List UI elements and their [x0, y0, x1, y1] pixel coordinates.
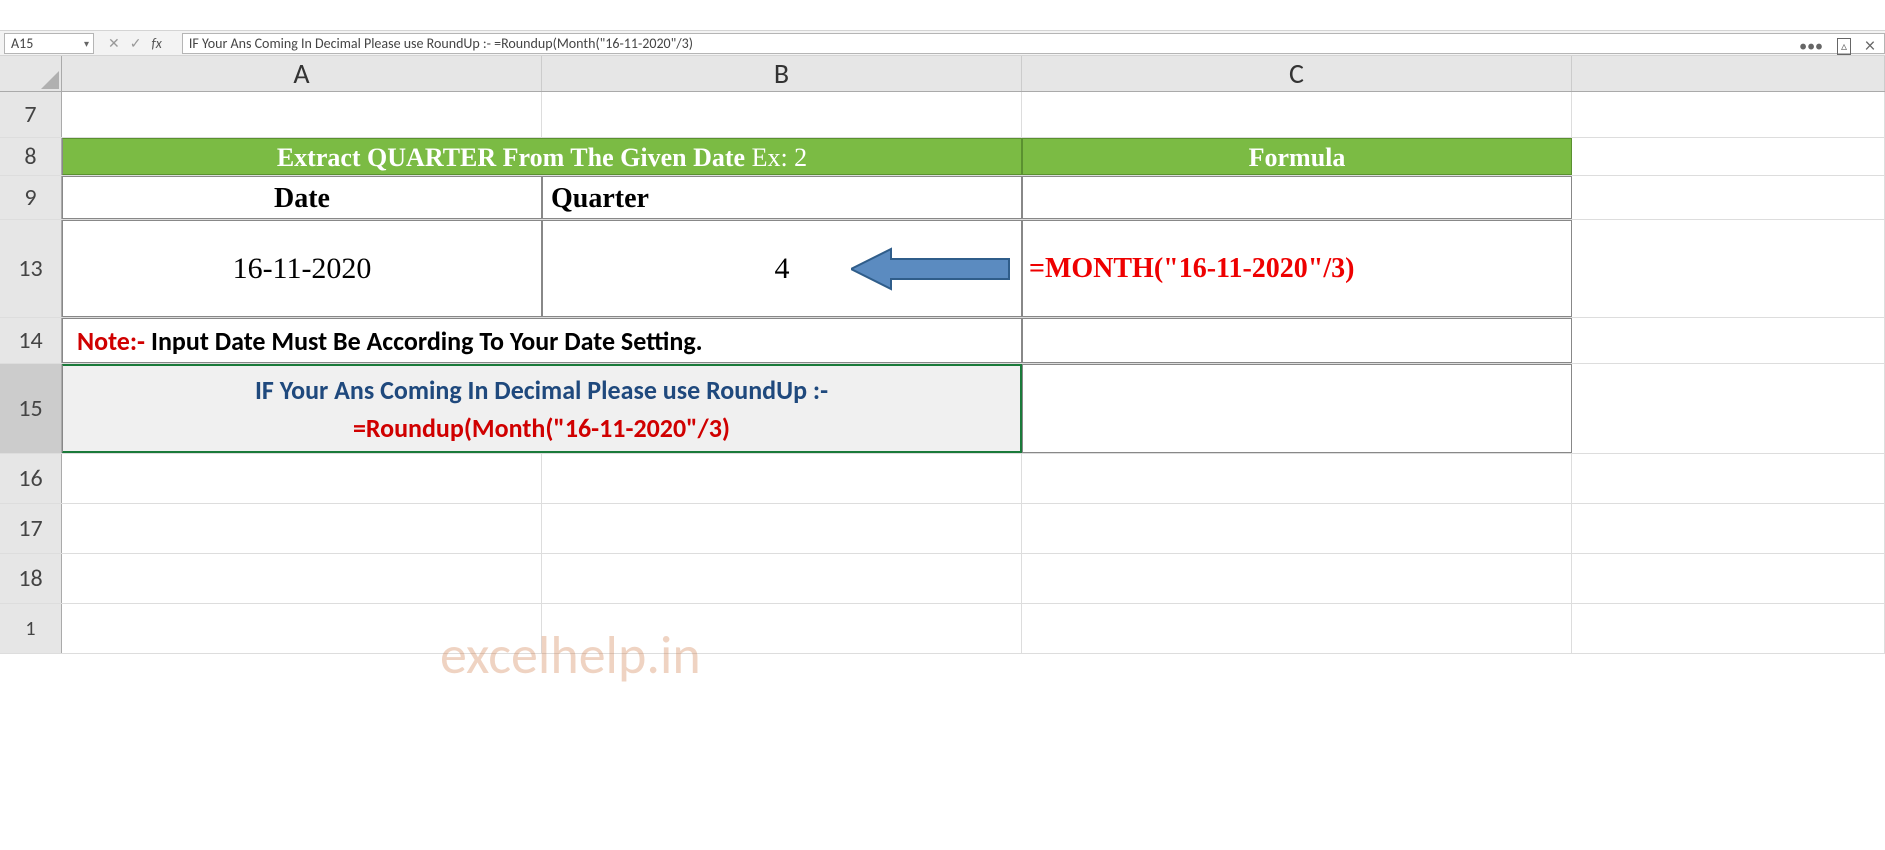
cell-C16[interactable] [1022, 454, 1572, 503]
cell-C9[interactable] [1022, 176, 1572, 219]
date-header-cell[interactable]: Date [62, 176, 542, 219]
cell-D13[interactable] [1572, 220, 1885, 317]
cell-D15[interactable] [1572, 364, 1885, 453]
cell-D8[interactable] [1572, 138, 1885, 175]
worksheet: A B C 7 8 Extract QUARTER From The Given… [0, 56, 1885, 654]
cell-A19[interactable] [62, 604, 542, 653]
quarter-value-cell[interactable]: 4 [542, 220, 1022, 317]
name-box-value: A15 [11, 35, 33, 52]
cell-C18[interactable] [1022, 554, 1572, 603]
row-19: 1 [0, 604, 1885, 654]
more-icon[interactable]: ••• [1799, 37, 1823, 56]
row-17: 17 [0, 504, 1885, 554]
row-9: 9 Date Quarter [0, 176, 1885, 220]
row-18: 18 [0, 554, 1885, 604]
quarter-header-cell[interactable]: Quarter [542, 176, 1022, 219]
formula-header-cell[interactable]: Formula [1022, 138, 1572, 175]
cell-D9[interactable] [1572, 176, 1885, 219]
formula-value-cell[interactable]: =MONTH("16-11-2020"/3) [1022, 220, 1572, 317]
cell-B18[interactable] [542, 554, 1022, 603]
row-16: 16 [0, 454, 1885, 504]
cell-D16[interactable] [1572, 454, 1885, 503]
title-ex: Ex: 2 [752, 143, 808, 172]
row-14: 14 Note:- Input Date Must Be According T… [0, 318, 1885, 364]
cell-B7[interactable] [542, 92, 1022, 137]
cell-C7[interactable] [1022, 92, 1572, 137]
cell-C15[interactable] [1022, 364, 1572, 453]
cell-B16[interactable] [542, 454, 1022, 503]
select-all-corner[interactable] [0, 56, 62, 91]
cell-D7[interactable] [1572, 92, 1885, 137]
roundup-line2: =Roundup(Month("16-11-2020"/3) [353, 412, 730, 444]
cell-C14[interactable] [1022, 318, 1572, 363]
fx-icon[interactable]: fx [151, 35, 161, 52]
row-header-14[interactable]: 14 [0, 318, 62, 363]
row-header-17[interactable]: 17 [0, 504, 62, 553]
date-value-cell[interactable]: 16-11-2020 [62, 220, 542, 317]
row-15: 15 IF Your Ans Coming In Decimal Please … [0, 364, 1885, 454]
quarter-value: 4 [775, 252, 790, 286]
row-header-16[interactable]: 16 [0, 454, 62, 503]
row-7: 7 [0, 92, 1885, 138]
title-main: Extract QUARTER From The Given Date [277, 143, 752, 172]
cell-B17[interactable] [542, 504, 1022, 553]
cell-D19[interactable] [1572, 604, 1885, 653]
row-header-15[interactable]: 15 [0, 364, 62, 453]
row-header-13[interactable]: 13 [0, 220, 62, 317]
cell-A16[interactable] [62, 454, 542, 503]
grid-rows: 7 8 Extract QUARTER From The Given Date … [0, 92, 1885, 654]
note-text: Input Date Must Be According To Your Dat… [151, 325, 703, 357]
cell-D18[interactable] [1572, 554, 1885, 603]
cell-A7[interactable] [62, 92, 542, 137]
row-header-9[interactable]: 9 [0, 176, 62, 219]
col-header-extra[interactable] [1572, 56, 1885, 91]
formula-bar-input[interactable]: IF Your Ans Coming In Decimal Please use… [182, 33, 1885, 54]
row-13: 13 16-11-2020 4 =MONTH("16-11-2020"/3) [0, 220, 1885, 318]
col-header-C[interactable]: C [1022, 56, 1572, 91]
title-merged-cell[interactable]: Extract QUARTER From The Given Date Ex: … [62, 138, 1022, 175]
dropdown-icon[interactable]: ▾ [84, 37, 89, 50]
formula-bar-icons: ✕ ✓ fx [108, 35, 168, 52]
column-headers: A B C [0, 56, 1885, 92]
window-controls: ••• ▵ × [1799, 34, 1875, 58]
col-header-B[interactable]: B [542, 56, 1022, 91]
note-label: Note:- [77, 325, 145, 357]
row-header-19[interactable]: 1 [0, 604, 62, 653]
cell-A17[interactable] [62, 504, 542, 553]
arrow-left-icon [851, 247, 1011, 291]
note-merged-cell[interactable]: Note:- Input Date Must Be According To Y… [62, 318, 1022, 363]
name-box[interactable]: A15 ▾ [4, 33, 94, 54]
row-header-18[interactable]: 18 [0, 554, 62, 603]
restore-icon[interactable]: ▵ [1837, 38, 1851, 55]
cell-A18[interactable] [62, 554, 542, 603]
formula-bar-text: IF Your Ans Coming In Decimal Please use… [189, 35, 693, 52]
row-8: 8 Extract QUARTER From The Given Date Ex… [0, 138, 1885, 176]
roundup-merged-cell[interactable]: IF Your Ans Coming In Decimal Please use… [62, 364, 1022, 453]
cell-C17[interactable] [1022, 504, 1572, 553]
close-icon[interactable]: × [1865, 34, 1875, 58]
cancel-icon[interactable]: ✕ [108, 35, 120, 52]
enter-icon[interactable]: ✓ [130, 35, 142, 52]
roundup-line1: IF Your Ans Coming In Decimal Please use… [255, 374, 828, 406]
row-header-7[interactable]: 7 [0, 92, 62, 137]
cell-B19[interactable] [542, 604, 1022, 653]
col-header-A[interactable]: A [62, 56, 542, 91]
formula-bar-row: A15 ▾ ✕ ✓ fx IF Your Ans Coming In Decim… [0, 30, 1885, 56]
cell-D14[interactable] [1572, 318, 1885, 363]
cell-C19[interactable] [1022, 604, 1572, 653]
cell-D17[interactable] [1572, 504, 1885, 553]
row-header-8[interactable]: 8 [0, 138, 62, 175]
